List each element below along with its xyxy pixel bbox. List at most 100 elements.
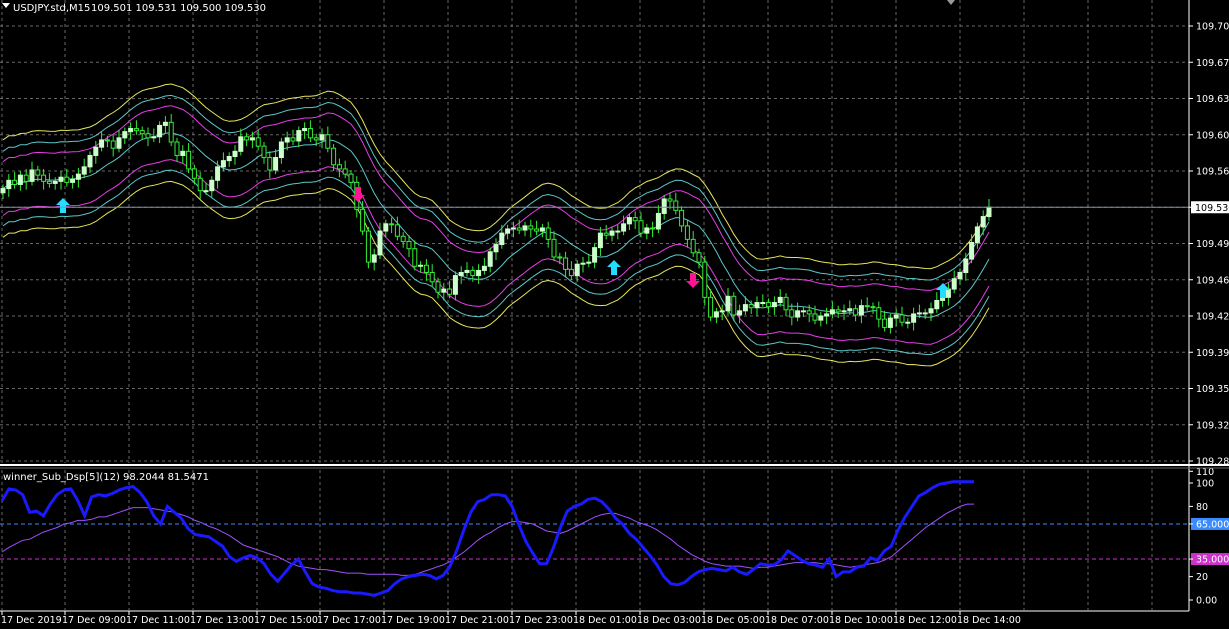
candle-body (215, 166, 221, 181)
candle-body (139, 130, 145, 135)
candle-body (447, 288, 453, 295)
candle-body (493, 244, 499, 253)
candle-body (771, 302, 777, 308)
candle-body (487, 251, 493, 267)
candle-body (615, 230, 621, 233)
time-tick-label: 17 Dec 19:00 (381, 615, 445, 626)
candle-body (626, 217, 632, 225)
candle-body (534, 228, 540, 232)
candle-body (864, 305, 870, 308)
candle-body (713, 311, 719, 318)
candle-body (911, 313, 917, 323)
price-tick-label: 109.460 (1196, 275, 1229, 286)
oscillator-tick-label: 80 (1196, 502, 1208, 513)
time-tick-label: 17 Dec 21:00 (445, 615, 509, 626)
candle-body (296, 130, 302, 142)
candle-body (406, 240, 412, 250)
symbol-header: USDJPY.std,M15 109.501 109.531 109.500 1… (2, 3, 266, 14)
candle-body (145, 133, 151, 139)
candle-body (905, 321, 911, 324)
candle-body (360, 208, 366, 232)
candle-body (481, 265, 487, 271)
candle-body (522, 225, 528, 231)
trading-chart[interactable]: 109.705 109.670 109.635 109.600 109.565 109.5… (0, 0, 1229, 629)
candle-body (824, 313, 830, 317)
candle-body (800, 310, 806, 313)
chart-background (0, 0, 1229, 629)
candle-body (429, 272, 435, 283)
candle-body (35, 169, 41, 176)
candle-body (829, 309, 835, 315)
candle-body (922, 312, 928, 315)
candle-body (249, 137, 255, 141)
time-tick-label: 17 Dec 23:00 (509, 615, 573, 626)
candle-body (52, 180, 58, 184)
time-tick-label: 17 Dec 17:00 (317, 615, 381, 626)
time-tick-label: 17 Dec 13:00 (190, 615, 254, 626)
price-tick-label: 109.355 (1196, 384, 1229, 395)
time-tick-label: 18 Dec 01:00 (573, 615, 637, 626)
candle-body (302, 128, 308, 132)
candle-body (748, 304, 754, 309)
candle-body (87, 154, 93, 168)
time-tick-label: 17 Dec 09:00 (62, 615, 126, 626)
candle-body (951, 278, 957, 290)
candle-body (418, 264, 424, 267)
candle-body (180, 150, 186, 156)
candle-body (458, 272, 464, 277)
candle-body (545, 227, 551, 240)
time-tick-label: 18 Dec 14:00 (957, 615, 1021, 626)
oscillator-tick-label: 35.0000 (1196, 555, 1229, 566)
candle-body (244, 136, 250, 141)
candle-body (220, 160, 226, 168)
candle-body (389, 223, 395, 226)
candle-body (684, 225, 690, 240)
candle-body (128, 128, 134, 133)
candle-body (760, 302, 766, 305)
candle-body (290, 137, 296, 142)
candle-body (46, 180, 52, 184)
candle-body (980, 216, 986, 228)
candle-body (255, 137, 261, 147)
candle-body (853, 308, 859, 316)
candle-body (278, 141, 284, 159)
candle-body (754, 302, 760, 309)
candle-body (667, 198, 673, 202)
candle-body (516, 227, 522, 231)
candle-body (510, 227, 516, 230)
candle-body (64, 176, 70, 183)
candle-body (441, 288, 447, 293)
time-tick-label: 17 Dec 11:00 (126, 615, 190, 626)
candle-body (777, 296, 783, 304)
time-tick-label: 18 Dec 12:00 (893, 615, 957, 626)
candle-body (696, 252, 702, 263)
candle-body (41, 174, 47, 182)
candle-body (348, 173, 354, 183)
price-tick-label: 109.565 (1196, 167, 1229, 178)
candle-body (313, 137, 319, 141)
candle-body (916, 312, 922, 315)
oscillator-tick-label: 0.00 (1196, 596, 1217, 607)
candle-body (580, 262, 586, 265)
candle-body (899, 314, 905, 323)
symbol-timeframe-label: USDJPY.std,M15 (13, 3, 90, 14)
candle-body (742, 304, 748, 312)
candle-body (383, 223, 389, 232)
candle-body (157, 124, 163, 138)
candle-body (476, 269, 482, 277)
candle-body (93, 146, 99, 156)
price-tick-label: 109.670 (1196, 58, 1229, 69)
candle-body (17, 174, 23, 185)
candle-body (586, 261, 592, 264)
candle-body (319, 134, 325, 141)
candle-body (673, 200, 679, 211)
candle-body (331, 147, 337, 166)
candle-body (435, 281, 441, 293)
indicator-header-label: winner_Sub_Dsp[5](12) 98.2044 81.5471 (3, 472, 209, 483)
current-price-label: 109.530 (1195, 203, 1229, 214)
candle-body (122, 131, 128, 139)
candle-body (563, 257, 569, 270)
candle-body (284, 137, 290, 143)
price-tick-label: 109.635 (1196, 94, 1229, 105)
candle-body (6, 179, 12, 190)
